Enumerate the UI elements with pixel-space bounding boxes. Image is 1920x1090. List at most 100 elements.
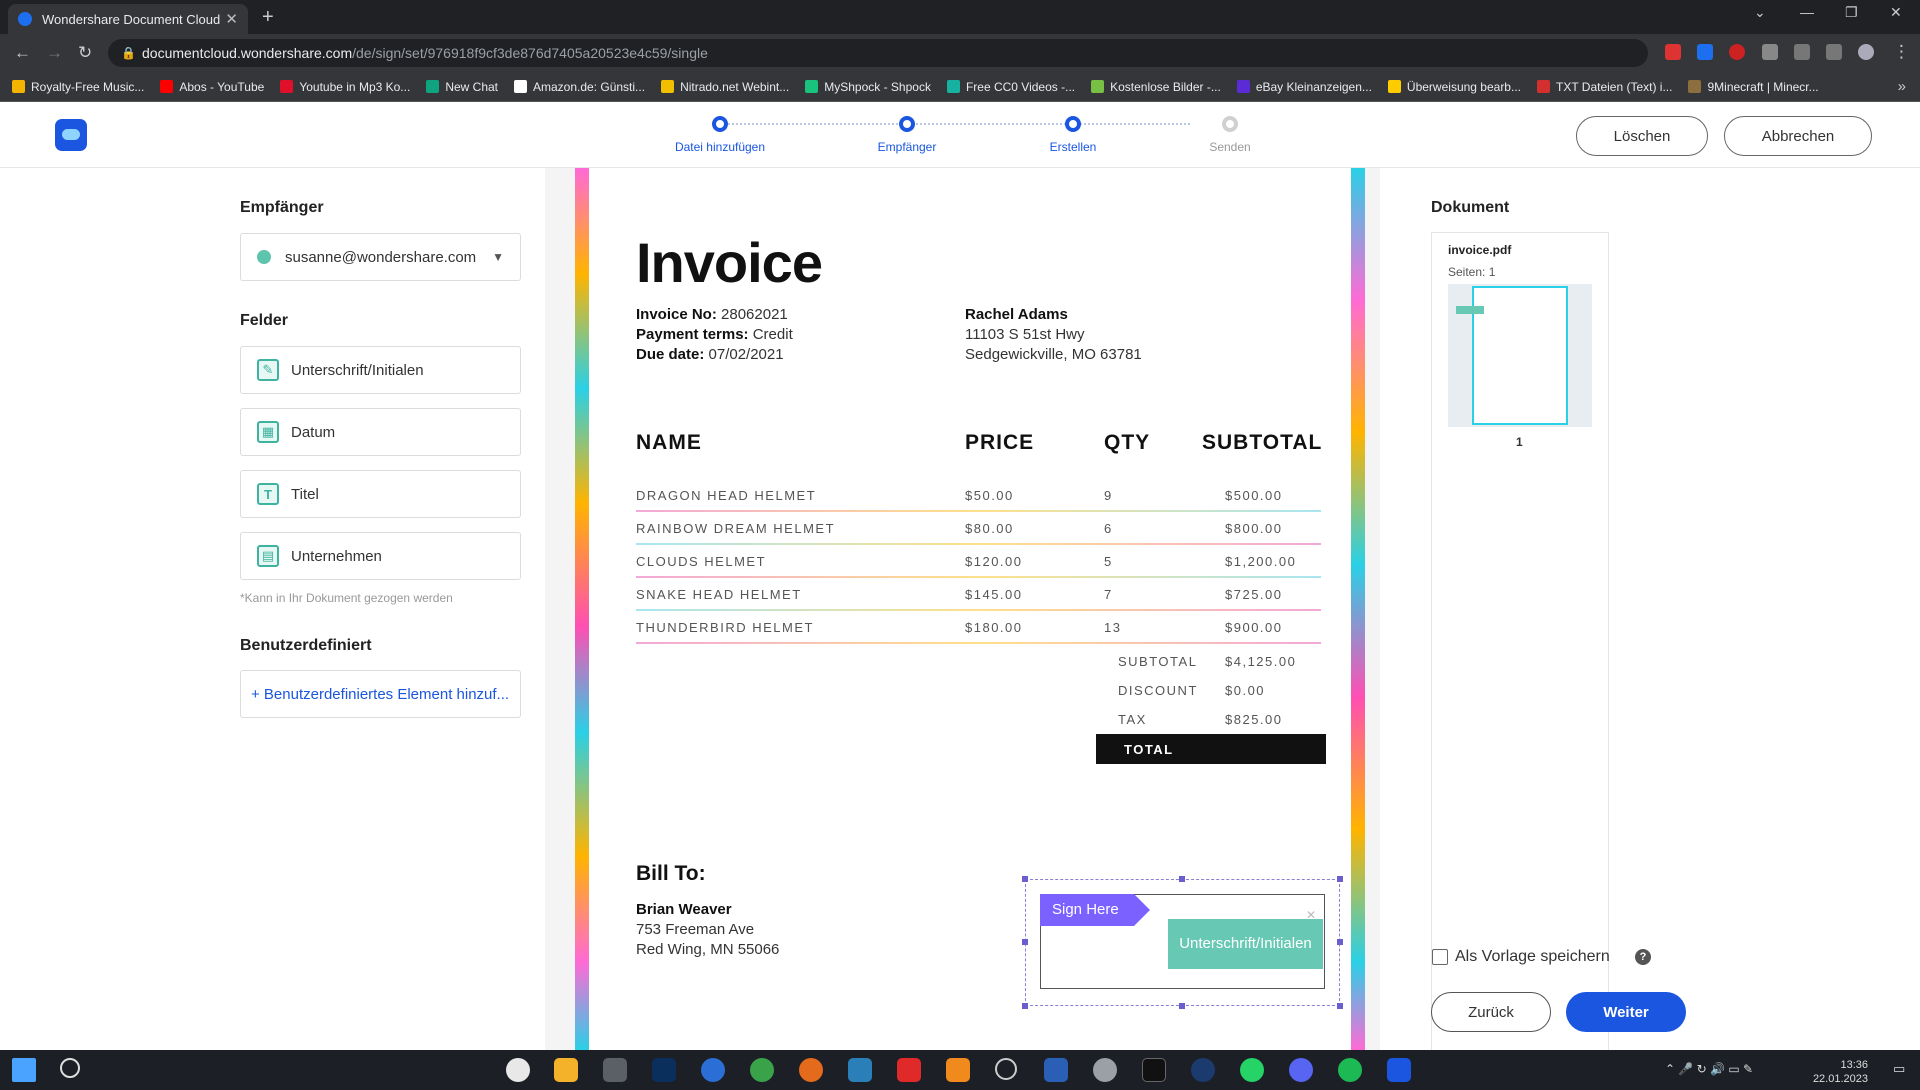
tab-title: Wondershare Document Cloud: [42, 11, 221, 27]
field-signature[interactable]: ✎ Unterschrift/Initialen: [240, 346, 521, 394]
thumbnail-field-marker: [1456, 306, 1484, 314]
reading-list-icon[interactable]: [1794, 44, 1810, 60]
bookmark-item[interactable]: Nitrado.net Webint...: [661, 80, 789, 94]
forward-icon[interactable]: →: [46, 43, 63, 63]
resize-handle[interactable]: [1179, 876, 1185, 882]
minimize-icon[interactable]: —: [1800, 4, 1814, 20]
delete-button[interactable]: Löschen: [1576, 116, 1708, 156]
bookmark-item[interactable]: eBay Kleinanzeigen...: [1236, 80, 1372, 94]
recipient-select[interactable]: susanne@wondershare.com ▼: [240, 233, 521, 281]
field-company[interactable]: ▤ Unternehmen: [240, 532, 521, 580]
step-send: Senden: [1155, 116, 1305, 154]
bookmark-item[interactable]: TXT Dateien (Text) i...: [1537, 80, 1672, 94]
media-player-icon[interactable]: [897, 1058, 921, 1082]
resize-handle[interactable]: [1022, 876, 1028, 882]
cancel-button[interactable]: Abbrechen: [1724, 116, 1872, 156]
skype-icon[interactable]: [701, 1058, 725, 1082]
payment-terms-label: Payment terms:: [636, 326, 749, 343]
restore-icon[interactable]: ❐: [1845, 4, 1858, 21]
signature-field[interactable]: Unterschrift/Initialen: [1168, 919, 1323, 969]
file-explorer-icon[interactable]: [554, 1058, 578, 1082]
profile-avatar-icon[interactable]: [1858, 44, 1874, 60]
app-g-icon[interactable]: [799, 1058, 823, 1082]
next-button[interactable]: Weiter: [1566, 992, 1686, 1032]
extensions-puzzle-icon[interactable]: [1762, 44, 1778, 60]
field-title[interactable]: T Titel: [240, 470, 521, 518]
resize-handle[interactable]: [1022, 939, 1028, 945]
to-address-line1: 11103 S 51st Hwy: [965, 326, 1085, 343]
close-window-icon[interactable]: ✕: [1890, 4, 1902, 21]
whatsapp-icon[interactable]: [1240, 1058, 1264, 1082]
subtotal-label: SUBTOTAL: [1118, 654, 1198, 669]
bookmark-item[interactable]: Kostenlose Bilder -...: [1091, 80, 1221, 94]
side-panel-icon[interactable]: [1826, 44, 1842, 60]
bookmark-item[interactable]: Abos - YouTube: [160, 80, 264, 94]
discord-icon[interactable]: [1289, 1058, 1313, 1082]
bookmark-item[interactable]: Amazon.de: Günsti...: [514, 80, 645, 94]
remove-field-icon[interactable]: ✕: [1306, 908, 1316, 922]
help-icon[interactable]: ?: [1635, 949, 1651, 965]
spotify-icon[interactable]: [1338, 1058, 1362, 1082]
url-field[interactable]: 🔒 documentcloud.wondershare.com/de/sign/…: [108, 39, 1648, 67]
bookmark-item[interactable]: Youtube in Mp3 Ko...: [280, 80, 410, 94]
bookmark-item[interactable]: 9Minecraft | Minecr...: [1688, 80, 1819, 94]
epic-games-icon[interactable]: [1142, 1058, 1166, 1082]
bookmark-item[interactable]: Überweisung bearb...: [1387, 80, 1521, 94]
bookmarks-overflow-icon[interactable]: »: [1898, 78, 1906, 95]
due-date: 07/02/2021: [708, 346, 784, 363]
obs-icon[interactable]: [995, 1058, 1017, 1080]
browser-menu-icon[interactable]: ⋮: [1893, 42, 1910, 62]
recipient-color-dot: [257, 250, 271, 264]
clock[interactable]: 13:36 22.01.2023: [1808, 1058, 1868, 1086]
tray-icons[interactable]: ⌃ 🎤 ↻ 🔊 ▭ ✎: [1665, 1062, 1753, 1076]
company-icon: ▤: [257, 545, 279, 567]
record-extension-icon[interactable]: [1729, 44, 1745, 60]
cell-qty: 6: [1104, 521, 1113, 536]
bookmark-item[interactable]: Royalty-Free Music...: [12, 80, 144, 94]
new-tab-button[interactable]: +: [262, 6, 274, 29]
browser-tab[interactable]: Wondershare Document Cloud ✕: [8, 4, 248, 34]
bookmark-label: TXT Dateien (Text) i...: [1556, 79, 1673, 94]
back-icon[interactable]: ←: [14, 43, 31, 63]
step-recipient[interactable]: Empfänger: [832, 116, 982, 154]
page-thumbnail[interactable]: [1456, 286, 1568, 425]
tab-search-icon[interactable]: ⌄: [1754, 4, 1766, 21]
mail-extension-icon[interactable]: [1697, 44, 1713, 60]
word-icon[interactable]: [1044, 1058, 1068, 1082]
resize-handle[interactable]: [1337, 939, 1343, 945]
chrome-icon[interactable]: [506, 1058, 530, 1082]
app-icon[interactable]: [1093, 1058, 1117, 1082]
close-tab-icon[interactable]: ✕: [225, 10, 238, 28]
windows-start-icon[interactable]: [12, 1058, 36, 1082]
bookmark-item[interactable]: Free CC0 Videos -...: [946, 80, 1075, 94]
resize-handle[interactable]: [1022, 1003, 1028, 1009]
vlc-icon[interactable]: [946, 1058, 970, 1082]
field-date[interactable]: ▦ Datum: [240, 408, 521, 456]
steam-icon[interactable]: [1191, 1058, 1215, 1082]
bookmark-item[interactable]: New Chat: [426, 80, 498, 94]
resize-handle[interactable]: [1179, 1003, 1185, 1009]
abp-extension-icon[interactable]: [1665, 44, 1681, 60]
back-button[interactable]: Zurück: [1431, 992, 1551, 1032]
bill-name: Brian Weaver: [636, 901, 732, 918]
search-icon[interactable]: [60, 1058, 80, 1078]
step-create[interactable]: Erstellen: [998, 116, 1148, 154]
resize-handle[interactable]: [1337, 876, 1343, 882]
notifications-icon[interactable]: ▭: [1893, 1062, 1905, 1076]
app-v-icon[interactable]: [848, 1058, 872, 1082]
bill-address-line2: Red Wing, MN 55066: [636, 941, 780, 958]
add-custom-element-button[interactable]: + Benutzerdefiniertes Element hinzuf...: [240, 670, 521, 718]
document-cloud-logo[interactable]: [55, 119, 87, 151]
resize-handle[interactable]: [1337, 1003, 1343, 1009]
lightroom-icon[interactable]: [652, 1058, 676, 1082]
document-cloud-taskbar-icon[interactable]: [1387, 1058, 1411, 1082]
reload-icon[interactable]: ↻: [78, 43, 92, 63]
app-d-icon[interactable]: [750, 1058, 774, 1082]
app-icon[interactable]: [603, 1058, 627, 1082]
bookmark-label: Abos - YouTube: [179, 79, 265, 94]
save-template-checkbox[interactable]: [1432, 949, 1448, 965]
bookmark-favicon-icon: [661, 80, 675, 93]
bookmark-item[interactable]: MyShpock - Shpock: [805, 80, 931, 94]
step-add-file[interactable]: Datei hinzufügen: [645, 116, 795, 154]
bookmark-favicon-icon: [1236, 80, 1250, 93]
